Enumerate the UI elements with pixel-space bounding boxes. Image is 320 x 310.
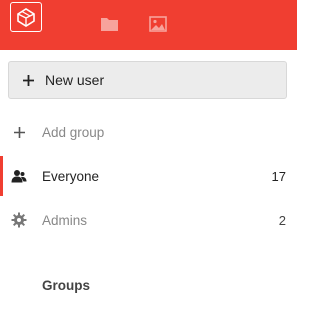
folder-icon[interactable] xyxy=(99,15,119,33)
gear-icon xyxy=(11,212,27,228)
plus-icon xyxy=(21,73,35,87)
new-user-button[interactable]: New user xyxy=(8,61,287,99)
group-label: Everyone xyxy=(42,168,100,184)
new-user-label: New user xyxy=(45,72,105,88)
active-indicator xyxy=(0,156,3,196)
top-header-bar xyxy=(0,0,297,50)
image-icon[interactable] xyxy=(148,15,168,33)
groups-heading: Groups xyxy=(42,278,91,293)
add-group-label: Add group xyxy=(42,124,105,140)
group-count: 2 xyxy=(278,212,286,228)
group-item-admins[interactable]: Admins 2 xyxy=(0,200,297,240)
user-icon xyxy=(11,168,27,184)
plus-icon xyxy=(11,124,27,140)
group-count: 17 xyxy=(271,168,286,184)
group-label: Admins xyxy=(42,212,88,228)
add-group-button[interactable]: Add group xyxy=(0,112,297,152)
group-item-everyone[interactable]: Everyone 17 xyxy=(0,156,297,196)
app-logo-icon[interactable] xyxy=(10,2,42,32)
